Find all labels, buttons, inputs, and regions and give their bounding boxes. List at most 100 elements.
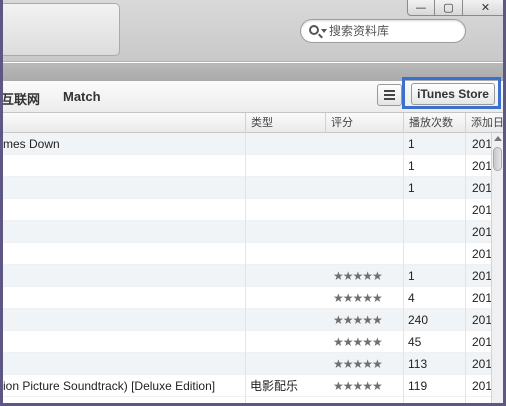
table-row[interactable]: 1 201 — [3, 177, 491, 199]
track-name — [3, 309, 245, 331]
search-input[interactable] — [329, 22, 459, 40]
menu-icon — [384, 90, 395, 92]
track-genre — [250, 177, 328, 199]
table-row[interactable]: ★★★★★ 1 201 — [3, 265, 491, 287]
menu-icon-line — [384, 94, 395, 96]
table-row[interactable]: ★★★★★ 4 201 — [3, 287, 491, 309]
window-controls: — ▢ ✕ — [407, 0, 503, 16]
track-date-added: 201 — [472, 291, 491, 305]
track-name — [3, 177, 245, 199]
column-divider — [403, 133, 404, 403]
track-name — [3, 199, 245, 221]
track-name — [3, 265, 245, 287]
itunes-store-button[interactable]: iTunes Store — [411, 83, 495, 105]
track-rating[interactable]: ★★★★★ — [333, 331, 405, 353]
track-rating[interactable] — [333, 221, 405, 243]
track-genre — [250, 155, 328, 177]
track-rating[interactable] — [333, 155, 405, 177]
column-header-date-added[interactable]: 添加日 — [465, 113, 503, 133]
vertical-scrollbar[interactable] — [491, 133, 503, 403]
track-rating[interactable] — [333, 199, 405, 221]
table-row[interactable]: ion Picture Soundtrack) [Deluxe Edition]… — [3, 375, 491, 397]
track-date-added: 201 — [472, 159, 491, 173]
track-genre — [250, 309, 328, 331]
track-rating[interactable] — [333, 243, 405, 265]
table-row[interactable]: ★★★★★ 240 201 — [3, 309, 491, 331]
table-row[interactable]: ★★★★★ 113 201 — [3, 353, 491, 375]
close-icon: ✕ — [480, 1, 491, 14]
track-date-added: 201 — [472, 379, 491, 393]
table-row[interactable]: ★★★★★ 45 201 — [3, 331, 491, 353]
track-name — [3, 243, 245, 265]
track-play-count: 113 — [408, 357, 428, 371]
track-rating[interactable] — [333, 133, 405, 155]
track-genre — [250, 199, 328, 221]
track-play-count — [408, 221, 466, 243]
track-rating[interactable]: ★★★★★ — [333, 265, 405, 287]
scroll-up-arrow-icon[interactable] — [494, 136, 502, 141]
table-row[interactable]: mes Down 1 201 — [3, 133, 491, 155]
column-divider — [245, 133, 246, 403]
table-row[interactable]: 201 — [3, 243, 491, 265]
now-playing-display[interactable] — [3, 3, 120, 56]
track-play-count: 240 — [408, 313, 429, 327]
column-divider — [465, 133, 466, 403]
track-genre — [250, 243, 328, 265]
library-nav-bar: 互联网 Match iTunes Store — [3, 77, 503, 113]
track-genre: 电影配乐 — [250, 379, 299, 393]
track-play-count: 1 — [408, 269, 415, 283]
close-button[interactable]: ✕ — [463, 0, 503, 16]
track-genre — [250, 331, 328, 353]
track-name — [3, 155, 245, 177]
table-row[interactable]: 201 — [3, 199, 491, 221]
track-name — [3, 331, 245, 353]
track-rating[interactable]: ★★★★★ — [333, 375, 405, 397]
minimize-button[interactable]: — — [407, 0, 435, 16]
track-date-added: 201 — [472, 269, 491, 283]
tab-internet[interactable]: 互联网 — [3, 89, 40, 108]
track-name — [3, 221, 245, 243]
track-play-count — [408, 199, 466, 221]
track-rating[interactable]: ★★★★★ — [333, 353, 405, 375]
column-header-genre[interactable]: 类型 — [245, 113, 325, 133]
track-name — [3, 287, 245, 309]
top-toolbar: — ▢ ✕ — [3, 0, 503, 62]
track-date-added: 201 — [472, 181, 491, 195]
minimize-icon: — — [415, 1, 427, 14]
table-row[interactable]: 201 — [3, 221, 491, 243]
track-date-added: 201 — [472, 313, 491, 327]
track-play-count: 4 — [408, 291, 415, 305]
track-date-added: 201 — [472, 137, 491, 151]
track-play-count: 45 — [408, 335, 422, 349]
track-rating[interactable]: ★★★★★ — [333, 287, 405, 309]
track-rating[interactable] — [333, 177, 405, 199]
table-row[interactable]: 1 201 — [3, 155, 491, 177]
restore-button[interactable]: ▢ — [435, 0, 463, 16]
chevron-down-icon[interactable] — [321, 29, 327, 33]
list-view-options-button[interactable] — [377, 84, 402, 106]
track-list: mes Down 1 201 1 201 1 201 201 201 201 ★★★★★ 1 201 ★★… — [3, 133, 491, 403]
track-rating[interactable]: ★★★★★ — [333, 309, 405, 331]
track-play-count: 119 — [408, 379, 428, 393]
table-header: 类型 评分 播放次数 添加日 — [3, 113, 503, 133]
track-genre — [250, 265, 328, 287]
column-header-plays[interactable]: 播放次数 — [403, 113, 465, 133]
track-genre — [250, 133, 328, 155]
search-box[interactable] — [300, 19, 466, 43]
column-header-name[interactable] — [3, 113, 245, 133]
track-date-added: 201 — [472, 203, 491, 217]
track-play-count: 1 — [408, 181, 415, 195]
tab-match[interactable]: Match — [63, 89, 101, 104]
track-genre — [250, 221, 328, 243]
column-header-rating[interactable]: 评分 — [325, 113, 403, 133]
track-date-added: 201 — [472, 225, 491, 239]
restore-icon: ▢ — [443, 1, 454, 14]
track-play-count — [408, 243, 466, 265]
itunes-window: — ▢ ✕ 互联网 Match iTunes Store 类型 评 — [3, 0, 503, 403]
track-date-added: 201 — [472, 357, 491, 371]
track-name: ion Picture Soundtrack) [Deluxe Edition] — [3, 379, 216, 393]
scrollbar-thumb[interactable] — [493, 147, 502, 171]
search-icon[interactable] — [309, 25, 319, 35]
track-name — [3, 353, 245, 375]
track-genre — [250, 353, 328, 375]
